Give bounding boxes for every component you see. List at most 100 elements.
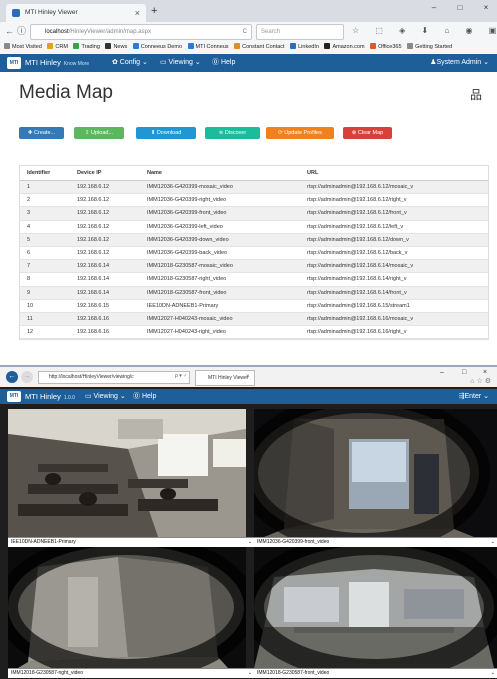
nav-viewing[interactable]: ▭ Viewing ⌄: [85, 389, 126, 404]
cell-name: IMM12036-G420399-front_video: [140, 206, 300, 221]
info-icon[interactable]: ⓘ: [17, 25, 26, 37]
network-map-icon[interactable]: 品: [470, 86, 482, 103]
ie-tab-close-icon[interactable]: ×: [246, 370, 250, 384]
bookmark-item[interactable]: Trading: [73, 41, 100, 54]
column-header-identifier[interactable]: Identifier: [20, 166, 70, 181]
cell-url: rtsp://adminadmin@192.168.6.12/right_v: [300, 193, 488, 208]
table-row[interactable]: 3 192.168.6.12 IMM12036-G420399-front_vide…: [20, 206, 488, 221]
upload-button[interactable]: ⇪ Upload...: [74, 127, 124, 139]
camera-view-classroom[interactable]: [8, 409, 246, 537]
cell-device-ip: 192.168.6.14: [70, 272, 140, 287]
bookmark-icon: [47, 43, 54, 49]
table-row[interactable]: 9 192.168.6.14 IMM12018-G230587-front_vide…: [20, 286, 488, 300]
cell-identifier: 12: [20, 325, 70, 340]
reload-icon[interactable]: C: [243, 25, 247, 39]
discover-button[interactable]: ≋ Discover: [205, 127, 260, 139]
column-header-name[interactable]: Name: [140, 166, 300, 181]
bookmark-item[interactable]: Office365: [370, 41, 402, 54]
back-icon[interactable]: ←: [5, 25, 14, 37]
table-row[interactable]: 10 192.168.6.15 IEE10DN-ADNEEB1-Primary rts…: [20, 299, 488, 313]
camera-feed-image: [8, 547, 246, 668]
cell-url: rtsp://adminadmin@192.168.6.15/stream1: [300, 299, 488, 313]
bookmark-item[interactable]: Getting Started: [407, 41, 452, 54]
maximize-button[interactable]: □: [448, 0, 472, 18]
toolbar-icons[interactable]: ☆ ⬚ ◈ ⬇ ⌂ ◉ ▣ ◍ ≡: [352, 24, 497, 38]
browser-tab[interactable]: MTI Hinley Viewer ×: [6, 4, 146, 22]
camera-view-room-front[interactable]: [254, 409, 497, 537]
download-button[interactable]: ⬇ Download: [136, 127, 196, 139]
cell-name: IMM12018-G230587-right_video: [140, 272, 300, 287]
brand-version: 1.0.0: [63, 395, 75, 401]
cell-identifier: 10: [20, 299, 70, 313]
address-controls[interactable]: ρ ▾ ♂: [175, 371, 187, 382]
user-menu[interactable]: ♟System Admin ⌄: [430, 54, 489, 72]
column-header-url[interactable]: URL: [300, 166, 488, 181]
create-button[interactable]: ✚ Create...: [19, 127, 64, 139]
minimize-button[interactable]: –: [422, 0, 446, 18]
camera-view-office[interactable]: [254, 547, 497, 668]
bookmark-item[interactable]: Constant Contact: [234, 41, 285, 54]
ie-toolbar: ← → http://localhost/HinleyViewer/viewin…: [0, 367, 497, 387]
bookmark-item[interactable]: Most Visited: [4, 41, 42, 54]
tab-bar: MTI Hinley Viewer × + – □ ×: [0, 0, 497, 22]
media-map-table: Identifier Device IP Name URL 1 192.168.6…: [19, 165, 489, 341]
minimize-button[interactable]: –: [440, 367, 444, 379]
ie-tab-title: MTI Hinley Viewer: [208, 375, 249, 381]
camera-label[interactable]: IEE10DN-ADNEEB1-Primary ⌄: [8, 537, 254, 547]
app-navbar: MTI MTI Hinley Know More ✿ Config ⌄ ▭ Vie…: [0, 54, 497, 72]
nav-help[interactable]: ⓪ Help: [212, 54, 235, 72]
bookmark-icon: [407, 43, 414, 49]
new-tab-button[interactable]: +: [151, 4, 157, 18]
close-window-button[interactable]: ×: [474, 0, 497, 18]
table-row[interactable]: 5 192.168.6.12 IMM12036-G420399-down_video…: [20, 233, 488, 247]
cell-identifier: 11: [20, 312, 70, 327]
forward-icon[interactable]: →: [21, 371, 33, 383]
maximize-button[interactable]: □: [462, 367, 466, 379]
bookmark-item[interactable]: News: [105, 41, 127, 54]
bookmark-item[interactable]: Conneeus Demo: [132, 41, 182, 54]
table-row[interactable]: 11 192.168.6.16 IMM12027-H040243-mosaic_vi…: [20, 312, 488, 327]
address-bar[interactable]: localhost/HinleyViewer/admin/map.aspx C: [30, 24, 252, 40]
nav-help[interactable]: ⓪ Help: [133, 389, 156, 404]
ie-address-bar[interactable]: http://localhost/HinleyViewer/viewing/c: [38, 371, 190, 384]
table-row[interactable]: 6 192.168.6.12 IMM12036-G420399-back_video…: [20, 246, 488, 261]
column-header-device-ip[interactable]: Device IP: [70, 166, 140, 181]
clear-map-button[interactable]: ⊗ Clear Map: [343, 127, 392, 139]
bookmark-icon: [105, 43, 112, 49]
tab-close-icon[interactable]: ×: [135, 4, 140, 22]
chevron-down-icon[interactable]: ⌄: [248, 538, 252, 547]
back-icon[interactable]: ←: [6, 371, 18, 383]
update-profiles-button[interactable]: ⟳ Update Profiles: [266, 127, 334, 139]
app-brand[interactable]: MTI Hinley Know More: [25, 54, 89, 73]
chevron-down-icon[interactable]: ⌄: [491, 538, 495, 547]
camera-feed-image: [8, 409, 246, 537]
cell-name: IMM12018-G230587-mosaic_video: [140, 259, 300, 274]
search-input[interactable]: Search: [256, 24, 344, 40]
bookmark-item[interactable]: LinkedIn: [290, 41, 319, 54]
table-row[interactable]: 1 192.168.6.12 IMM12036-G420399-mosaic_vid…: [20, 180, 488, 195]
table-row[interactable]: 4 192.168.6.12 IMM12036-G420399-left_video…: [20, 220, 488, 234]
table-row[interactable]: 2 192.168.6.12 IMM12036-G420399-right_vide…: [20, 193, 488, 208]
bookmark-item[interactable]: MTI Conneus: [187, 41, 229, 54]
ie-tool-icons[interactable]: ⌂☆⚙: [470, 377, 493, 387]
bookmarks-toolbar: Most Visited CRM Trading News Conneeus D…: [0, 41, 497, 55]
table-row[interactable]: 7 192.168.6.14 IMM12018-G230587-mosaic_vid…: [20, 259, 488, 274]
bookmark-item[interactable]: CRM: [47, 41, 68, 54]
cell-url: rtsp://adminadmin@192.168.6.16/mosaic_v: [300, 312, 488, 327]
camera-label[interactable]: IMM12036-G420399-front_video ⌄: [254, 537, 497, 547]
viewer-brand[interactable]: MTI Hinley 1.0.0: [25, 389, 75, 406]
cell-identifier: 4: [20, 220, 70, 234]
bookmark-icon: [187, 43, 194, 49]
enter-menu[interactable]: ⇶Enter ⌄: [459, 389, 489, 404]
nav-viewing[interactable]: ▭ Viewing ⌄: [160, 54, 201, 72]
url-path: /HinleyViewer/admin/map.aspx: [68, 29, 151, 35]
camera-view-corridor[interactable]: [8, 547, 246, 668]
bookmark-icon: [290, 43, 297, 49]
camera-feed-image: [254, 409, 497, 537]
cell-name: IMM12036-G420399-back_video: [140, 246, 300, 261]
nav-config[interactable]: ✿ Config ⌄: [112, 54, 148, 72]
table-row[interactable]: 8 192.168.6.14 IMM12018-G230587-right_vide…: [20, 272, 488, 287]
table-row[interactable]: 12 192.168.6.16 IMM12027-H040243-right_vid…: [20, 325, 488, 340]
bookmark-item[interactable]: Amazon.com: [324, 41, 365, 54]
cell-identifier: 5: [20, 233, 70, 247]
